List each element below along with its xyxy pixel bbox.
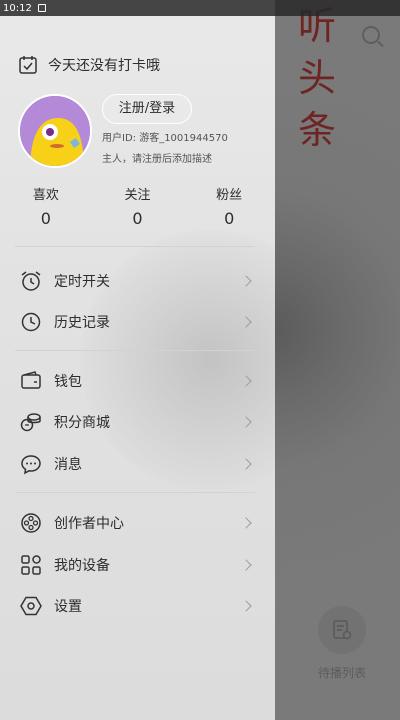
play-queue-label: 待播列表: [317, 666, 366, 680]
avatar[interactable]: [18, 94, 92, 168]
menu-item-timer[interactable]: 定时开关: [0, 261, 275, 301]
menu-label: 设置: [54, 599, 82, 615]
playlist-icon: [333, 620, 352, 640]
checkin-text: 今天还没有打卡哦: [48, 58, 160, 74]
menu-item-history[interactable]: 历史记录: [0, 302, 275, 342]
app-title-char: 条: [297, 108, 336, 152]
stat-following[interactable]: 关注 0: [92, 186, 184, 232]
chevron-right-icon: [240, 275, 252, 287]
stat-likes[interactable]: 喜欢 0: [0, 186, 92, 232]
menu-label: 消息: [54, 457, 82, 473]
calendar-check-icon: [19, 56, 37, 74]
chevron-right-icon: [240, 416, 252, 428]
menu-label: 钱包: [54, 374, 82, 390]
menu-item-my-devices[interactable]: 我的设备: [0, 545, 275, 585]
menu-label: 我的设备: [54, 558, 110, 574]
user-stats: 喜欢 0 关注 0 粉丝 0: [0, 186, 275, 232]
user-description[interactable]: 主人，请注册后添加描述: [102, 150, 212, 165]
divider: [15, 350, 255, 351]
menu-item-creator-center[interactable]: 创作者中心: [0, 503, 275, 543]
chevron-right-icon: [240, 458, 252, 470]
stat-value: 0: [224, 209, 235, 228]
stat-label: 喜欢: [32, 188, 59, 203]
chat-bubble-icon: [21, 455, 41, 475]
notification-icon: [37, 4, 46, 12]
play-queue-button[interactable]: [318, 606, 366, 654]
search-icon[interactable]: [362, 26, 380, 44]
stat-value: 0: [132, 209, 143, 228]
stat-followers[interactable]: 粉丝 0: [183, 186, 275, 232]
side-drawer: 今天还没有打卡哦 注册/登录 用户ID: 游客_1001944570 主人，请注…: [0, 0, 275, 720]
chevron-right-icon: [240, 375, 252, 387]
menu-item-wallet[interactable]: 钱包: [0, 361, 275, 401]
menu-label: 创作者中心: [54, 516, 124, 532]
alarm-clock-icon: [21, 271, 41, 291]
stat-value: 0: [40, 209, 51, 228]
menu-label: 积分商城: [54, 415, 110, 431]
user-id: 用户ID: 游客_1001944570: [102, 133, 228, 144]
menu-label: 定时开关: [54, 274, 110, 290]
divider: [15, 246, 255, 247]
stat-label: 粉丝: [216, 188, 243, 203]
app-title: 听 头 条: [292, 0, 342, 156]
status-bar: 10:12: [0, 0, 400, 16]
checkin-reminder[interactable]: 今天还没有打卡哦: [18, 55, 160, 75]
menu-label: 历史记录: [54, 315, 110, 331]
app-title-char: 头: [297, 56, 336, 100]
chevron-right-icon: [240, 517, 252, 529]
avatar-character-icon: [20, 96, 90, 166]
menu-item-points-mall[interactable]: 积分商城: [0, 402, 275, 442]
chevron-right-icon: [240, 559, 252, 571]
wallet-icon: [21, 371, 41, 389]
film-reel-icon: [21, 513, 41, 533]
gear-hexagon-icon: [20, 596, 42, 616]
clock-icon: [21, 312, 41, 332]
chevron-right-icon: [240, 600, 252, 612]
devices-grid-icon: [21, 555, 41, 575]
menu-item-messages[interactable]: 消息: [0, 444, 275, 484]
divider: [15, 492, 255, 493]
register-login-button[interactable]: 注册/登录: [102, 94, 192, 124]
stat-label: 关注: [124, 188, 151, 203]
menu-item-settings[interactable]: 设置: [0, 586, 275, 626]
status-time: 10:12: [3, 2, 32, 14]
chevron-right-icon: [240, 316, 252, 328]
coins-icon: [20, 413, 41, 432]
